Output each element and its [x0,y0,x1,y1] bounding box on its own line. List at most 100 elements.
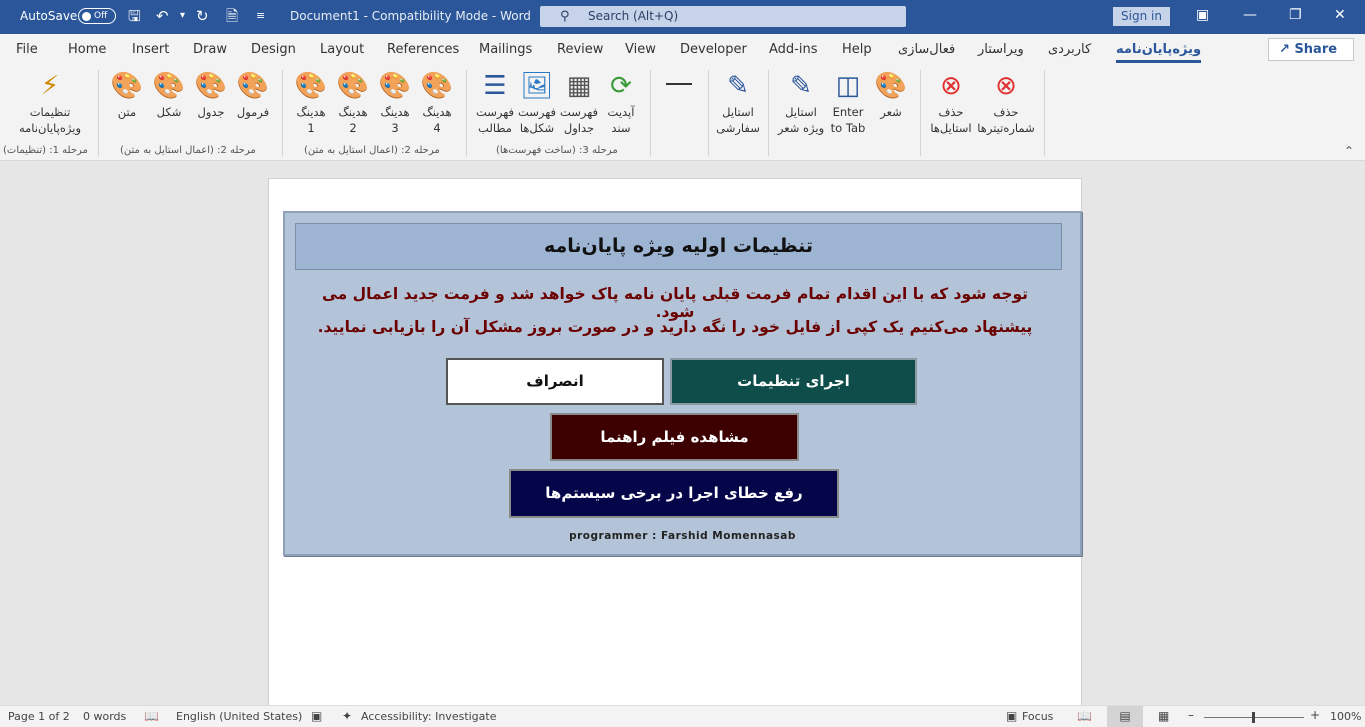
button-label: مطالب [478,121,512,135]
accessibility-status[interactable]: Accessibility: Investigate [361,710,497,723]
style-text-button[interactable]: 🎨 متن [108,70,146,120]
web-layout-icon[interactable]: ▦ [1158,709,1169,723]
horizontal-line-icon[interactable] [666,83,692,85]
heading-4-button[interactable]: 🎨 هدینگ 4 [418,70,456,136]
lightning-doc-icon: ⚡ [40,71,60,101]
tab-draw[interactable]: Draw [193,42,227,57]
tab-addins[interactable]: Add-ins [769,42,817,57]
image-icon: 🖼 [520,71,554,101]
palette-icon: 🎨 [152,71,186,101]
palette-icon: 🎨 [874,71,908,101]
zoom-slider-thumb[interactable] [1252,712,1255,723]
redo-icon[interactable]: ↻ [196,8,209,24]
print-layout-icon[interactable]: ▤ [1107,706,1143,727]
ribbon-separator [466,70,467,156]
tab-insert[interactable]: Insert [132,42,169,57]
palette-icon: 🎨 [236,71,270,101]
button-label: سند [611,121,631,135]
search-box[interactable]: ⚲ Search (Alt+Q) [540,6,906,27]
sign-in-button[interactable]: Sign in [1113,7,1170,26]
toc-button[interactable]: ☰ فهرست مطالب [474,70,516,136]
tab-view[interactable]: View [625,42,656,57]
tab-review[interactable]: Review [557,42,603,57]
palette-icon: 🎨 [378,71,412,101]
customize-qat-icon[interactable]: ≡ [256,8,265,24]
word-count[interactable]: 0 words [83,710,126,723]
cancel-button[interactable]: انصراف [446,358,664,405]
warning-line-2: پیشنهاد می‌کنیم یک کپی از فایل خود را نگ… [317,318,1033,336]
tab-design[interactable]: Design [251,42,296,57]
restore-icon[interactable]: ❐ [1289,7,1302,23]
tab-help[interactable]: Help [842,42,872,57]
zoom-in-icon[interactable]: + [1310,708,1320,722]
thesis-settings-button[interactable]: ⚡ تنظیمات ویژه‌پایان‌نامه [12,70,88,136]
custom-style-button[interactable]: ✎ استایل سفارشی [714,70,762,136]
button-label: شکل [156,105,182,119]
watch-video-button[interactable]: مشاهده فیلم راهنما [550,413,799,461]
enter-to-tab-button[interactable]: ◫ Enter to Tab [828,70,868,136]
run-settings-button[interactable]: اجرای تنظیمات [670,358,917,405]
palette-icon: 🎨 [420,71,454,101]
tab-thesis[interactable]: ویژه‌پایان‌نامه [1116,42,1202,63]
heading-3-button[interactable]: 🎨 هدینگ 3 [376,70,414,136]
zoom-level[interactable]: 100% [1330,710,1361,723]
menu-bar: File Home Insert Draw Design Layout Refe… [0,34,1365,64]
tab-references[interactable]: References [387,42,459,57]
read-mode-icon[interactable]: 📖 [1077,709,1092,723]
delete-heading-numbers-button[interactable]: ⊗ حذف شماره‌تیترها [976,70,1036,136]
page-count[interactable]: Page 1 of 2 [8,710,70,723]
poetry-button[interactable]: 🎨 شعر [872,70,910,120]
button-label: هدینگ [338,105,368,119]
button-label: حذف [938,105,964,119]
undo-icon[interactable]: ↶ [156,8,169,24]
tab-home[interactable]: Home [68,42,106,57]
ribbon-display-icon[interactable]: ▣ [1196,7,1209,23]
tab-mailings[interactable]: Mailings [479,42,532,57]
dialog-title: تنظیمات اولیه ویژه پایان‌نامه [295,223,1062,270]
tab-developer[interactable]: Developer [680,42,747,57]
ribbon: ⚡ تنظیمات ویژه‌پایان‌نامه 🎨 متن 🎨 شکل 🎨 … [0,64,1365,161]
zoom-out-icon[interactable]: – [1188,708,1194,722]
style-table-button[interactable]: 🎨 جدول [192,70,230,120]
undo-dropdown-icon[interactable]: ▾ [180,8,185,24]
group-label-step1: مرحله 1: (تنظیمات) [3,145,88,156]
focus-mode[interactable]: Focus [1022,710,1053,723]
heading-2-button[interactable]: 🎨 هدینگ 2 [334,70,372,136]
group-label-step2a: مرحله 2: (اعمال استایل به متن) [120,145,256,156]
button-label: to Tab [830,121,866,135]
status-bar: Page 1 of 2 0 words 📖 English (United St… [0,705,1365,727]
ribbon-separator [650,70,651,156]
autosave-state: Off [94,11,108,21]
share-button[interactable]: ↗ Share [1268,38,1354,61]
language[interactable]: English (United States) [176,710,302,723]
print-preview-icon[interactable]: 🗎 [226,8,238,24]
button-label: سفارشی [716,121,760,135]
poetry-style-button[interactable]: ✎ استایل ویژه شعر [776,70,826,136]
ribbon-separator [768,70,769,156]
fix-errors-button[interactable]: رفع خطای اجرا در برخی سیستم‌ها [509,469,839,518]
autosave-toggle[interactable]: Off [78,8,116,24]
proofing-icon[interactable]: 📖 [144,709,159,723]
minimize-icon[interactable]: — [1243,7,1257,23]
tab-activation[interactable]: فعال‌سازی [898,42,955,57]
macro-record-icon[interactable]: ▣ [311,709,322,723]
ribbon-separator [98,70,99,156]
delete-styles-button[interactable]: ⊗ حذف استایل‌ها [926,70,976,136]
list-of-figures-button[interactable]: 🖼 فهرست شکل‌ها [516,70,558,136]
heading-1-button[interactable]: 🎨 هدینگ 1 [292,70,330,136]
save-icon[interactable]: 🖫 [128,8,141,24]
collapse-ribbon-icon[interactable]: ⌃ [1344,144,1354,158]
update-document-button[interactable]: ⟳ آپدیت سند [600,70,642,136]
programmer-credit: programmer : Farshid Momennasab [569,530,796,542]
tab-file[interactable]: File [16,42,38,57]
button-label: حذف [993,105,1019,119]
button-label: Enter [832,105,864,119]
style-formula-button[interactable]: 🎨 فرمول [234,70,272,120]
thesis-settings-dialog: تنظیمات اولیه ویژه پایان‌نامه توجه شود ک… [283,211,1082,556]
close-icon[interactable]: ✕ [1334,7,1346,23]
tab-layout[interactable]: Layout [320,42,364,57]
style-figure-button[interactable]: 🎨 شکل [150,70,188,120]
tab-editor[interactable]: ویراستار [978,42,1024,57]
tab-practical[interactable]: کاربردی [1048,42,1091,57]
list-of-tables-button[interactable]: ▦ فهرست جداول [558,70,600,136]
